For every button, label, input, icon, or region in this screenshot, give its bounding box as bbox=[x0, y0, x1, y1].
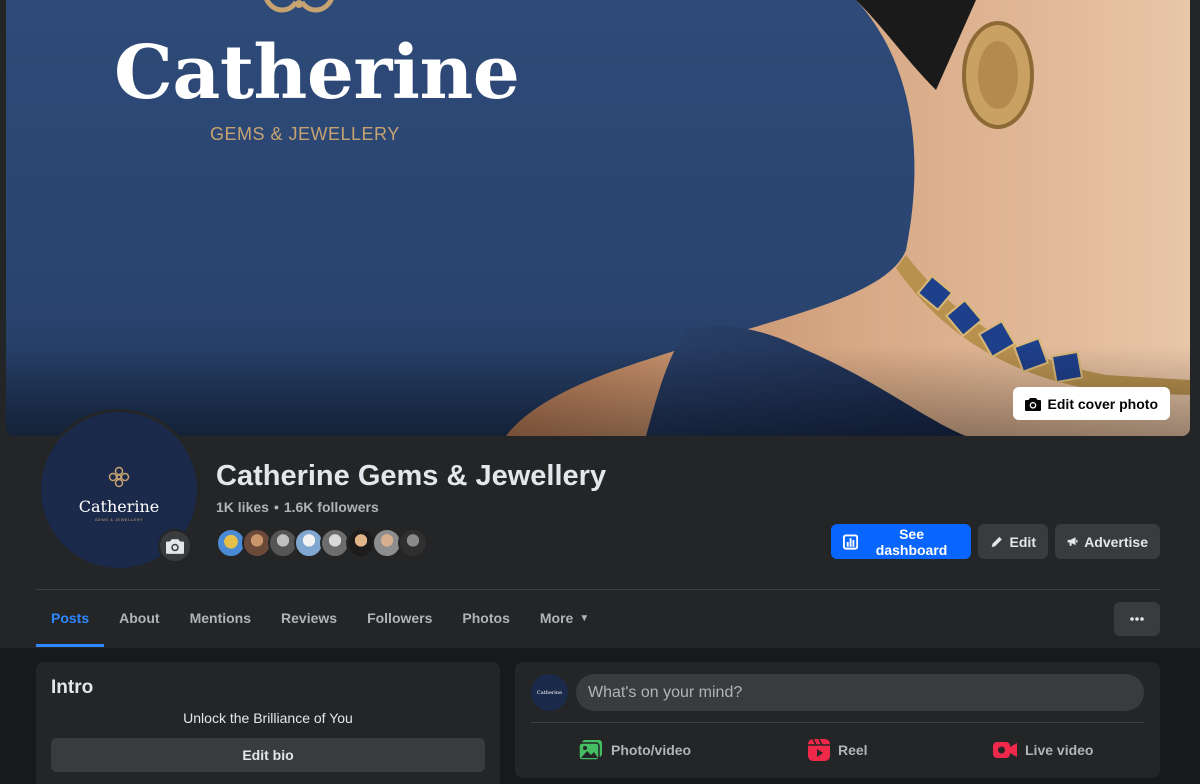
whats-on-your-mind-input[interactable] bbox=[576, 674, 1144, 711]
tab-posts[interactable]: Posts bbox=[36, 590, 105, 647]
intro-bio: Unlock the Brilliance of You bbox=[183, 710, 353, 726]
composer-avatar-text: Catherine bbox=[536, 689, 563, 696]
avatar-brand-title: Catherine bbox=[78, 497, 160, 516]
dashboard-icon bbox=[843, 533, 859, 550]
edit-cover-photo-label: Edit cover photo bbox=[1047, 395, 1158, 412]
tab-more[interactable]: More ▼ bbox=[525, 590, 604, 646]
profile-tabs: Posts About Mentions Reviews Followers P… bbox=[36, 590, 604, 648]
avatar-brand-subtitle: GEMS & JEWELLERY bbox=[94, 517, 144, 522]
tab-label: Photos bbox=[462, 610, 510, 626]
update-profile-picture-button[interactable] bbox=[158, 529, 192, 563]
photo-video-label: Photo/video bbox=[611, 742, 692, 758]
tab-photos[interactable]: Photos bbox=[447, 590, 524, 646]
tab-reviews[interactable]: Reviews bbox=[266, 590, 352, 646]
ornament-icon bbox=[264, 0, 334, 13]
see-dashboard-label: See dashboard bbox=[875, 525, 948, 558]
camera-icon bbox=[166, 539, 184, 554]
composer-avatar[interactable]: Catherine bbox=[531, 674, 568, 711]
page-stats: 1K likes • 1.6K followers bbox=[216, 499, 379, 515]
edit-bio-button[interactable]: Edit bio bbox=[51, 738, 485, 772]
post-composer: Catherine Photo/video Reel Live video bbox=[515, 662, 1160, 778]
live-video-button[interactable]: Live video bbox=[993, 734, 1093, 766]
pencil-icon bbox=[991, 536, 1002, 547]
cover-brand-subtitle: GEMS & JEWELLERY bbox=[210, 124, 400, 144]
edit-label: Edit bbox=[1009, 533, 1036, 550]
live-video-label: Live video bbox=[1025, 742, 1094, 758]
ellipsis-icon bbox=[1130, 617, 1144, 621]
photo-icon bbox=[579, 740, 602, 761]
follower-avatars[interactable] bbox=[216, 528, 428, 558]
avatar-logo: Catherine GEMS & JEWELLERY bbox=[41, 466, 197, 522]
see-dashboard-button[interactable]: See dashboard bbox=[831, 524, 971, 559]
camera-icon bbox=[1024, 397, 1041, 411]
photo-video-button[interactable]: Photo/video bbox=[579, 734, 691, 766]
cover-photo: Catherine GEMS & JEWELLERY bbox=[6, 0, 1190, 436]
stats-separator: • bbox=[273, 499, 279, 515]
megaphone-icon bbox=[1067, 537, 1078, 546]
more-options-button[interactable] bbox=[1114, 602, 1160, 636]
edit-cover-photo-button[interactable]: Edit cover photo bbox=[1012, 387, 1170, 420]
composer-divider bbox=[531, 722, 1144, 723]
tab-followers[interactable]: Followers bbox=[352, 590, 447, 646]
tab-mentions[interactable]: Mentions bbox=[175, 590, 266, 646]
advertise-button[interactable]: Advertise bbox=[1055, 524, 1160, 559]
intro-title: Intro bbox=[51, 677, 94, 698]
followers-count[interactable]: 1.6K followers bbox=[284, 499, 379, 515]
tab-about[interactable]: About bbox=[104, 590, 174, 646]
tab-label: Posts bbox=[51, 610, 90, 626]
reel-button[interactable]: Reel bbox=[808, 734, 868, 766]
tab-label: More bbox=[539, 610, 574, 626]
likes-count[interactable]: 1K likes bbox=[216, 499, 269, 515]
edit-page-button[interactable]: Edit bbox=[978, 524, 1048, 559]
live-video-icon bbox=[993, 742, 1017, 758]
tab-label: About bbox=[119, 610, 160, 626]
caret-down-icon: ▼ bbox=[579, 612, 590, 624]
tab-label: Followers bbox=[367, 610, 433, 626]
tab-label: Mentions bbox=[189, 610, 252, 626]
tab-label: Reviews bbox=[281, 610, 338, 626]
advertise-label: Advertise bbox=[1084, 533, 1148, 550]
flower-logo-icon bbox=[108, 466, 130, 488]
page-title: Catherine Gems & Jewellery bbox=[216, 460, 607, 492]
follower-avatar[interactable] bbox=[398, 528, 428, 558]
reel-label: Reel bbox=[838, 742, 868, 758]
reel-icon bbox=[808, 739, 830, 761]
cover-brand-title: Catherine bbox=[114, 30, 520, 116]
intro-card: Intro Unlock the Brilliance of You Edit … bbox=[36, 662, 500, 784]
